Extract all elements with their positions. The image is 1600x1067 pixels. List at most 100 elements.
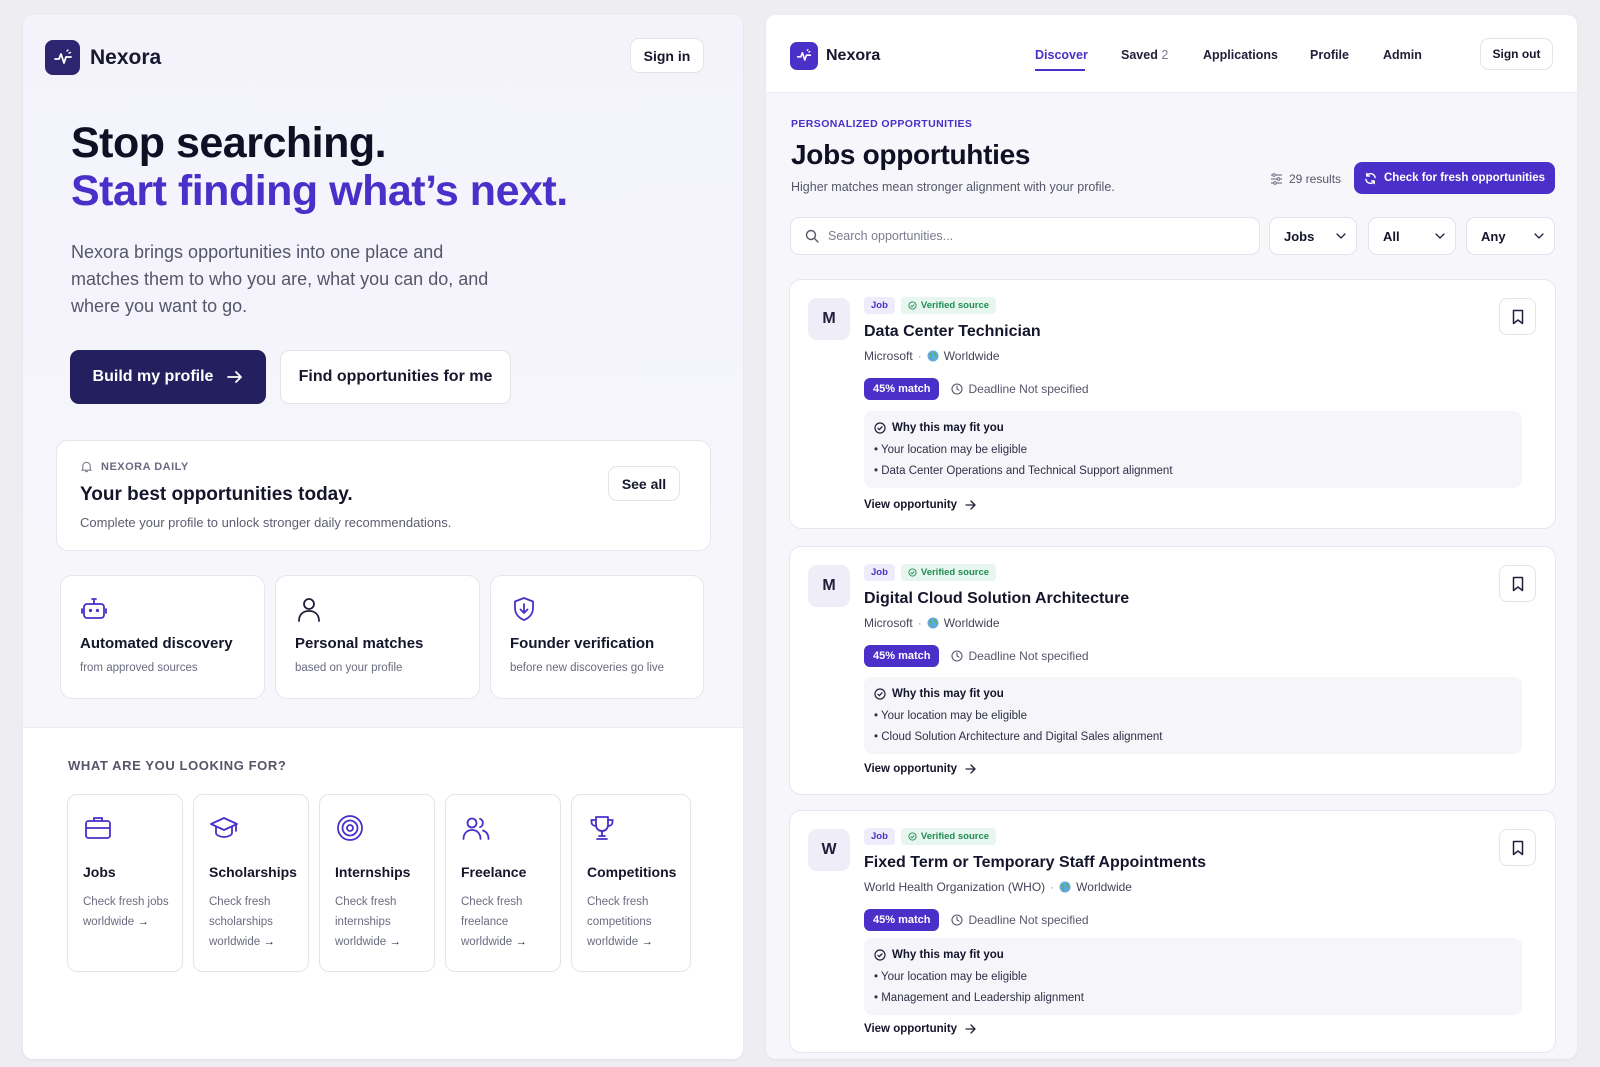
- bookmark-button[interactable]: [1499, 298, 1536, 335]
- company-avatar: M: [808, 298, 850, 340]
- arrow-right-icon: [965, 764, 976, 774]
- globe-icon: [927, 350, 939, 362]
- fresh-button-label: Check for fresh opportunities: [1383, 172, 1546, 184]
- nav-admin[interactable]: Admin: [1383, 48, 1422, 62]
- company-avatar: M: [808, 565, 850, 607]
- nav-active-indicator: [1035, 69, 1085, 71]
- match-row: 45% match Deadline Not specified: [864, 378, 1089, 400]
- feature-card-founder-verification: Founder verification before new discover…: [490, 575, 704, 699]
- hero-subtitle: Nexora brings opportunities into one pla…: [71, 242, 489, 316]
- why-reason: • Data Center Operations and Technical S…: [874, 465, 1173, 477]
- verified-badge: Verified source: [900, 828, 997, 845]
- why-reason: • Cloud Solution Architecture and Digita…: [874, 731, 1163, 743]
- sign-out-button[interactable]: Sign out: [1480, 38, 1553, 70]
- check-circle-icon: [874, 949, 886, 961]
- arrow-right-icon: [227, 371, 243, 383]
- match-badge: 45% match: [864, 645, 940, 667]
- job-title[interactable]: Fixed Term or Temporary Staff Appointmen…: [864, 854, 1206, 872]
- search-input[interactable]: Search opportunities...: [790, 217, 1260, 255]
- clock-icon: [951, 914, 964, 926]
- results-count: 29 results: [1270, 172, 1341, 186]
- category-title: Jobs: [83, 864, 116, 880]
- feature-title: Personal matches: [295, 635, 424, 652]
- why-reason: • Your location may be eligible: [874, 971, 1027, 983]
- job-location: Worldwide: [943, 349, 1000, 363]
- category-title: Scholarships: [209, 864, 297, 880]
- brand-logo[interactable]: Nexora: [790, 42, 880, 70]
- category-card-jobs[interactable]: Jobs Check fresh jobs worldwide →: [67, 794, 183, 972]
- logo-mark-icon: [790, 42, 818, 70]
- shield-icon: [514, 597, 534, 621]
- clock-icon: [951, 650, 964, 662]
- daily-title: Your best opportunities today.: [80, 484, 353, 505]
- job-meta: Microsoft · Worldwide: [864, 349, 1000, 363]
- company-name: Microsoft: [864, 349, 913, 363]
- match-badge: 45% match: [864, 378, 940, 400]
- bell-icon: [81, 461, 92, 473]
- why-fit-title: Why this may fit you: [874, 422, 1004, 434]
- daily-label: NEXORA DAILY: [80, 460, 189, 473]
- globe-icon: [927, 617, 939, 629]
- category-card-competitions[interactable]: Competitions Check fresh competitions wor…: [571, 794, 691, 972]
- feature-subtitle: based on your profile: [295, 662, 403, 674]
- company-name: Microsoft: [864, 616, 913, 630]
- check-circle-icon: [874, 422, 886, 434]
- chevron-down-icon: [1336, 233, 1346, 239]
- feature-card-automated-discovery: Automated discovery from approved source…: [60, 575, 265, 699]
- view-opportunity-link[interactable]: View opportunity: [864, 763, 976, 775]
- nexora-daily-card: NEXORA DAILY Your best opportunities tod…: [56, 440, 711, 551]
- category-subtitle: Check fresh freelance worldwide →: [461, 896, 527, 948]
- why-reason: • Your location may be eligible: [874, 710, 1027, 722]
- bookmark-button[interactable]: [1499, 829, 1536, 866]
- search-icon: [805, 229, 819, 243]
- scope-filter-value: All: [1383, 228, 1400, 244]
- bookmark-button[interactable]: [1499, 565, 1536, 602]
- find-opportunities-button[interactable]: Find opportunities for me: [280, 350, 511, 404]
- deadline: Deadline Not specified: [951, 382, 1089, 396]
- job-meta: Microsoft · Worldwide: [864, 616, 1000, 630]
- category-card-freelance[interactable]: Freelance Check fresh freelance worldwide…: [445, 794, 561, 972]
- globe-icon: [1059, 881, 1071, 893]
- nav-saved[interactable]: Saved 2: [1121, 48, 1168, 62]
- nav-profile[interactable]: Profile: [1310, 48, 1349, 62]
- top-nav: Nexora Discover Saved 2 Applications Pro…: [766, 15, 1577, 93]
- see-all-button[interactable]: See all: [608, 466, 680, 501]
- meta-separator: ·: [917, 349, 922, 363]
- chevron-down-icon: [1534, 233, 1544, 239]
- category-card-scholarships[interactable]: Scholarships Check fresh scholarships wor…: [193, 794, 309, 972]
- daily-label-text: NEXORA DAILY: [101, 460, 189, 473]
- view-opportunity-link[interactable]: View opportunity: [864, 1023, 976, 1035]
- type-filter-select[interactable]: Jobs: [1269, 217, 1357, 255]
- nav-discover[interactable]: Discover: [1035, 48, 1088, 62]
- build-profile-button[interactable]: Build my profile: [70, 350, 266, 404]
- job-title[interactable]: Data Center Technician: [864, 323, 1041, 341]
- check-fresh-opportunities-button[interactable]: Check for fresh opportunities: [1354, 162, 1555, 194]
- arrow-right-icon: [965, 500, 976, 510]
- match-badge: 45% match: [864, 909, 940, 931]
- meta-separator: ·: [917, 616, 922, 630]
- deadline-filter-select[interactable]: Any: [1466, 217, 1555, 255]
- brand-name: Nexora: [90, 45, 162, 69]
- verified-badge: Verified source: [900, 564, 997, 581]
- looking-for-section: WHAT ARE YOU LOOKING FOR? Jobs Check fre…: [23, 727, 743, 1059]
- page-eyebrow: PERSONALIZED OPPORTUNITIES: [791, 118, 973, 130]
- sign-in-button[interactable]: Sign in: [630, 38, 704, 73]
- view-opportunity-link[interactable]: View opportunity: [864, 499, 976, 511]
- category-card-internships[interactable]: Internships Check fresh internships world…: [319, 794, 435, 972]
- meta-separator: ·: [1050, 880, 1055, 894]
- looking-for-label: WHAT ARE YOU LOOKING FOR?: [68, 758, 287, 773]
- build-profile-label: Build my profile: [92, 368, 214, 385]
- verified-badge: Verified source: [900, 297, 997, 314]
- nav-applications[interactable]: Applications: [1203, 48, 1278, 62]
- chevron-down-icon: [1435, 233, 1445, 239]
- scope-filter-select[interactable]: All: [1368, 217, 1456, 255]
- why-fit-box: Why this may fit you • Your location may…: [864, 938, 1522, 1015]
- saved-count: 2: [1161, 48, 1169, 62]
- job-card: W Job Verified source Fixed Term or Temp…: [789, 810, 1556, 1053]
- job-title[interactable]: Digital Cloud Solution Architecture: [864, 590, 1129, 608]
- brand-logo[interactable]: Nexora: [45, 40, 161, 75]
- category-title: Internships: [335, 864, 411, 880]
- type-badge: Job: [864, 828, 895, 845]
- check-circle-icon: [874, 688, 886, 700]
- people-icon: [462, 817, 490, 840]
